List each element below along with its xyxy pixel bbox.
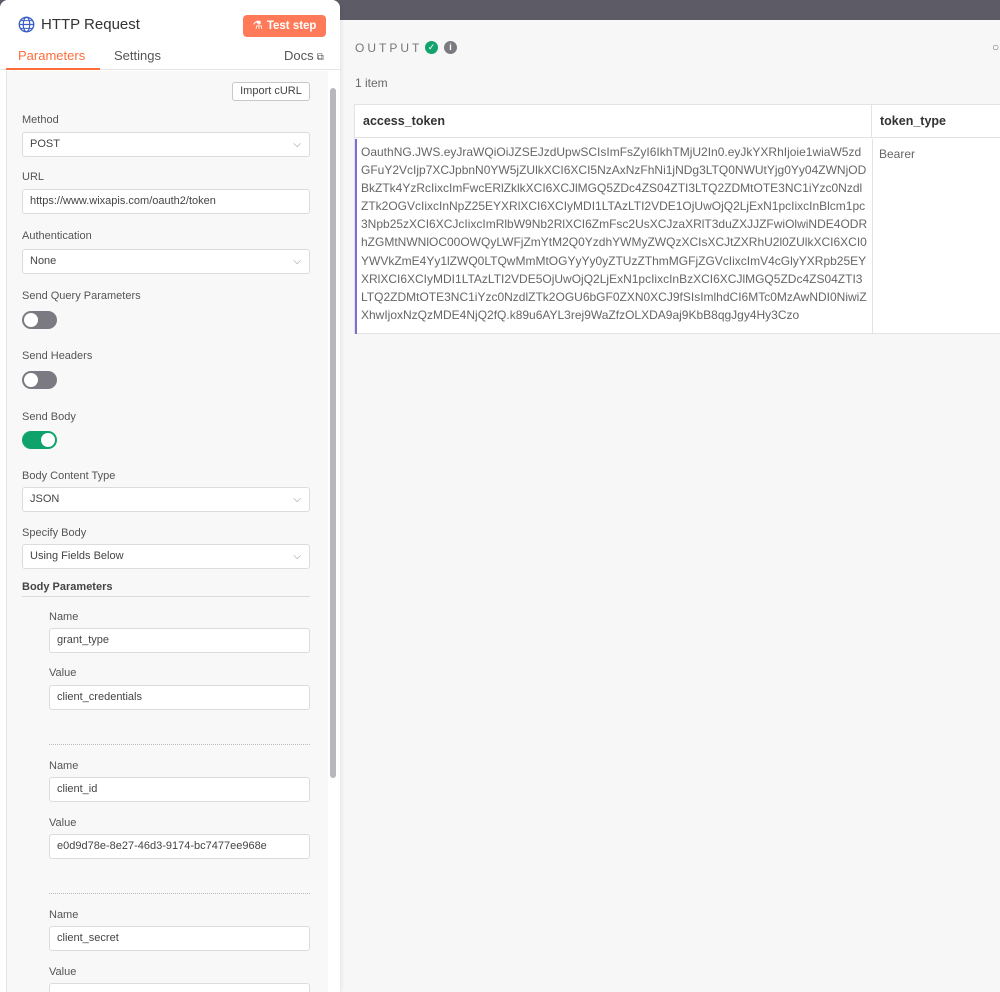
- param-name-label: Name: [49, 611, 79, 623]
- toggle-knob: [24, 313, 38, 327]
- method-select[interactable]: POST ⌵: [22, 132, 310, 157]
- param-value-value: client_credentials: [57, 691, 142, 703]
- panel-scrollbar[interactable]: [330, 88, 336, 778]
- column-header-access-token: access_token: [355, 105, 872, 138]
- toggle-knob: [41, 433, 55, 447]
- chevron-down-icon: ⌵: [293, 256, 301, 267]
- param-name-label: Name: [49, 909, 79, 921]
- method-label: Method: [22, 114, 59, 126]
- authentication-select[interactable]: None ⌵: [22, 249, 310, 274]
- output-title: OUTPUT: [355, 41, 423, 55]
- node-parameters-panel: HTTP Request ⚗ Test step Parameters Setti…: [0, 0, 340, 992]
- specify-body-label: Specify Body: [22, 527, 87, 539]
- canvas-top-strip: [340, 0, 1000, 20]
- send-query-toggle[interactable]: [22, 311, 57, 329]
- send-body-toggle[interactable]: [22, 431, 57, 449]
- param-value-input[interactable]: [49, 983, 310, 992]
- param-name-label: Name: [49, 760, 79, 772]
- test-step-label: Test step: [266, 20, 317, 32]
- item-count: 1 item: [355, 76, 388, 90]
- check-circle-icon: ✓: [425, 41, 438, 54]
- param-value-value: e0d9d78e-8e27-46d3-9174-bc7477ee968e: [57, 840, 267, 852]
- param-separator: [49, 893, 310, 894]
- url-input[interactable]: https://www.wixapis.com/oauth2/token: [22, 189, 310, 214]
- method-value: POST: [30, 138, 60, 150]
- toggle-knob: [24, 373, 38, 387]
- info-icon[interactable]: i: [444, 41, 457, 54]
- param-name-value: client_secret: [57, 932, 119, 944]
- column-header-token-type: token_type: [872, 105, 1000, 138]
- param-value-label: Value: [49, 817, 77, 829]
- specify-body-value: Using Fields Below: [30, 550, 124, 562]
- authentication-label: Authentication: [22, 230, 92, 242]
- globe-icon: [18, 16, 35, 33]
- external-link-icon: ⧉: [316, 52, 324, 63]
- active-tab-indicator: [6, 68, 100, 70]
- param-name-input[interactable]: client_secret: [49, 926, 310, 951]
- output-table: access_token token_type OauthNG.JWS.eyJr…: [354, 104, 1000, 334]
- tab-docs[interactable]: Docs ⧉: [284, 48, 324, 63]
- send-headers-toggle[interactable]: [22, 371, 57, 389]
- body-content-type-value: JSON: [30, 493, 60, 505]
- param-name-value: grant_type: [57, 634, 109, 646]
- param-value-label: Value: [49, 966, 77, 978]
- chevron-down-icon: ⌵: [293, 551, 301, 562]
- tab-parameters[interactable]: Parameters: [18, 48, 85, 63]
- body-parameters-heading: Body Parameters: [22, 581, 113, 593]
- param-separator: [49, 744, 310, 745]
- cell-divider: [872, 139, 873, 334]
- search-icon[interactable]: ○: [992, 40, 999, 54]
- param-name-value: client_id: [57, 783, 98, 795]
- specify-body-select[interactable]: Using Fields Below ⌵: [22, 544, 310, 569]
- access-token-cell: OauthNG.JWS.eyJraWQiOiJZSEJzdUpwSCIsImFs…: [361, 145, 868, 322]
- tab-settings[interactable]: Settings: [114, 48, 161, 63]
- docs-label: Docs: [284, 48, 314, 63]
- send-body-label: Send Body: [22, 411, 76, 423]
- param-value-input[interactable]: e0d9d78e-8e27-46d3-9174-bc7477ee968e: [49, 834, 310, 859]
- url-label: URL: [22, 171, 45, 183]
- body-content-type-label: Body Content Type: [22, 470, 116, 482]
- test-step-button[interactable]: ⚗ Test step: [243, 15, 326, 37]
- divider: [22, 596, 310, 597]
- panel-header: HTTP Request ⚗ Test step Parameters Setti…: [0, 0, 340, 70]
- import-curl-button[interactable]: Import cURL: [232, 82, 310, 101]
- param-value-input[interactable]: client_credentials: [49, 685, 310, 710]
- row-marker: [355, 139, 357, 334]
- param-value-label: Value: [49, 667, 77, 679]
- send-query-label: Send Query Parameters: [22, 290, 141, 302]
- send-headers-label: Send Headers: [22, 350, 93, 362]
- param-name-input[interactable]: client_id: [49, 777, 310, 802]
- url-value: https://www.wixapis.com/oauth2/token: [30, 195, 216, 207]
- authentication-value: None: [30, 255, 57, 267]
- chevron-down-icon: ⌵: [293, 494, 301, 505]
- param-name-input[interactable]: grant_type: [49, 628, 310, 653]
- chevron-down-icon: ⌵: [293, 139, 301, 150]
- token-type-cell: Bearer: [879, 147, 916, 161]
- body-content-type-select[interactable]: JSON ⌵: [22, 487, 310, 512]
- flask-icon: ⚗: [252, 20, 263, 32]
- panel-title: HTTP Request: [41, 16, 140, 33]
